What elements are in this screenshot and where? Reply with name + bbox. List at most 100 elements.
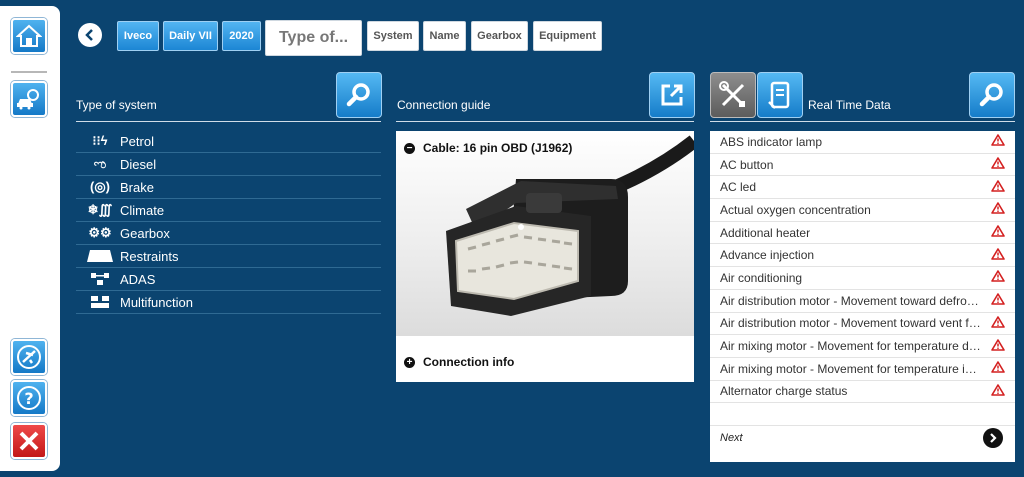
system-item-label: Climate: [120, 202, 165, 218]
rtd-row-label: Alternator charge status: [720, 384, 848, 399]
gearbox-icon: ⚙⚙: [88, 225, 112, 240]
rtd-row-label: Air distribution motor - Movement toward…: [720, 293, 979, 308]
chevron-left-icon: [85, 29, 93, 41]
diagnostic-device-icon: [768, 81, 790, 109]
rtd-row-label: Air mixing motor - Movement for temperat…: [720, 361, 977, 376]
help-button[interactable]: ?: [11, 380, 47, 416]
filter-system[interactable]: System: [367, 21, 419, 51]
rtd-row[interactable]: Air distribution motor - Movement toward…: [710, 313, 1015, 336]
restraints-icon: [84, 249, 116, 263]
system-item-multifunction[interactable]: Multifunction: [76, 291, 381, 314]
warning-icon: [991, 338, 1005, 354]
guide-external-button[interactable]: [649, 72, 695, 118]
system-item-label: Multifunction: [120, 294, 193, 310]
filter-gearbox[interactable]: Gearbox: [471, 21, 528, 51]
vehicle-diagnosis-button[interactable]: [11, 81, 47, 117]
search-icon: [346, 83, 370, 107]
rtd-row-label: ABS indicator lamp: [720, 134, 823, 149]
back-button[interactable]: [78, 23, 102, 47]
rtd-row-label: AC led: [720, 180, 757, 195]
sidebar-divider: [11, 71, 47, 73]
chevron-right-icon: [990, 432, 997, 443]
system-item-label: Brake: [120, 179, 154, 195]
type-of-system-title: Type of system: [76, 98, 157, 112]
warning-icon: [991, 270, 1005, 285]
car-gear-icon: [17, 89, 39, 110]
rtd-row-label: Air conditioning: [720, 270, 803, 285]
system-item-label: Restraints: [120, 248, 179, 264]
system-item-adas[interactable]: ADAS: [76, 268, 381, 291]
petrol-icon: ⁝⁝ϟ: [92, 133, 108, 148]
adas-icon: [84, 272, 116, 286]
obd-cable-image: [396, 131, 699, 336]
warning-icon: [991, 293, 1005, 308]
rtd-row[interactable]: Actual oxygen concentration: [710, 199, 1015, 222]
rtd-row[interactable]: Alternator charge status: [710, 381, 1015, 404]
rtd-row[interactable]: ABS indicator lamp: [710, 131, 1015, 154]
rtd-row[interactable]: AC button: [710, 154, 1015, 177]
warning-icon: [991, 361, 1005, 376]
rtd-header-divider: [710, 121, 1015, 122]
warning-icon: [991, 179, 1005, 195]
rtd-row[interactable]: Air mixing motor - Movement for temperat…: [710, 358, 1015, 381]
tools-button[interactable]: [710, 72, 756, 118]
system-search-button[interactable]: [336, 72, 382, 118]
rtd-row[interactable]: Additional heater: [710, 222, 1015, 245]
rtd-row[interactable]: Advance injection: [710, 244, 1015, 268]
flight-mode-button[interactable]: [11, 339, 47, 375]
multifunction-icon: [84, 295, 116, 309]
diagnostic-device-button[interactable]: [757, 72, 803, 118]
rtd-row-label: Additional heater: [720, 225, 811, 240]
warning-icon: [991, 225, 1005, 240]
rtd-row[interactable]: Air conditioning: [710, 267, 1015, 290]
warning-icon: [991, 134, 1005, 149]
system-item-diesel[interactable]: ಌ Diesel: [76, 153, 381, 176]
system-item-label: Diesel: [120, 156, 157, 172]
rtd-search-button[interactable]: [969, 72, 1015, 118]
crumb-year[interactable]: 2020: [222, 21, 261, 51]
system-item-brake[interactable]: (◎) Brake: [76, 176, 381, 199]
climate-icon: ❄∭: [87, 202, 113, 217]
close-button[interactable]: [11, 423, 47, 459]
next-page-row[interactable]: Next: [710, 425, 1015, 449]
type-of-selector[interactable]: Type of...: [265, 20, 362, 56]
system-item-petrol[interactable]: ⁝⁝ϟ Petrol: [76, 130, 381, 153]
connection-info-label: Connection info: [423, 355, 515, 369]
filter-name[interactable]: Name: [423, 21, 466, 51]
real-time-data-title: Real Time Data: [808, 98, 891, 112]
cable-title[interactable]: − Cable: 16 pin OBD (J1962): [404, 141, 572, 155]
crumb-make[interactable]: Iveco: [117, 21, 159, 51]
connection-info-toggle[interactable]: + Connection info: [404, 355, 514, 369]
warning-icon: [991, 202, 1005, 217]
next-button[interactable]: [983, 427, 1003, 448]
warning-icon: [991, 247, 1005, 263]
system-item-label: ADAS: [120, 271, 156, 287]
connection-guide-title: Connection guide: [397, 98, 491, 112]
rtd-row[interactable]: Air mixing motor - Movement for temperat…: [710, 335, 1015, 358]
system-item-climate[interactable]: ❄∭ Climate: [76, 199, 381, 222]
system-item-restraints[interactable]: Restraints: [76, 245, 381, 268]
left-sidebar: ?: [0, 6, 60, 471]
home-icon: [16, 24, 42, 47]
next-label: Next: [720, 431, 743, 444]
rtd-row[interactable]: AC led: [710, 176, 1015, 200]
help-icon: ?: [17, 386, 41, 410]
rtd-row[interactable]: Air distribution motor - Movement toward…: [710, 290, 1015, 313]
warning-icon: [991, 157, 1005, 172]
tools-icon: [719, 81, 745, 107]
diesel-icon: ಌ: [93, 156, 107, 171]
system-item-gearbox[interactable]: ⚙⚙ Gearbox: [76, 222, 381, 245]
filter-equipment[interactable]: Equipment: [533, 21, 602, 51]
expand-icon: +: [404, 356, 415, 368]
crumb-model[interactable]: Daily VII: [163, 21, 218, 51]
home-button[interactable]: [11, 18, 47, 54]
cable-label: Cable: 16 pin OBD (J1962): [423, 141, 573, 155]
system-item-label: Petrol: [120, 133, 154, 149]
rtd-row-label: AC button: [720, 157, 774, 172]
warning-icon: [991, 316, 1005, 331]
rtd-row-label: Actual oxygen concentration: [720, 202, 871, 217]
close-icon: [19, 431, 39, 451]
system-item-label: Gearbox: [120, 225, 170, 241]
search-icon: [979, 83, 1003, 107]
connection-guide-panel: − Cable: 16 pin OBD (J1962) + Connection…: [396, 131, 699, 382]
